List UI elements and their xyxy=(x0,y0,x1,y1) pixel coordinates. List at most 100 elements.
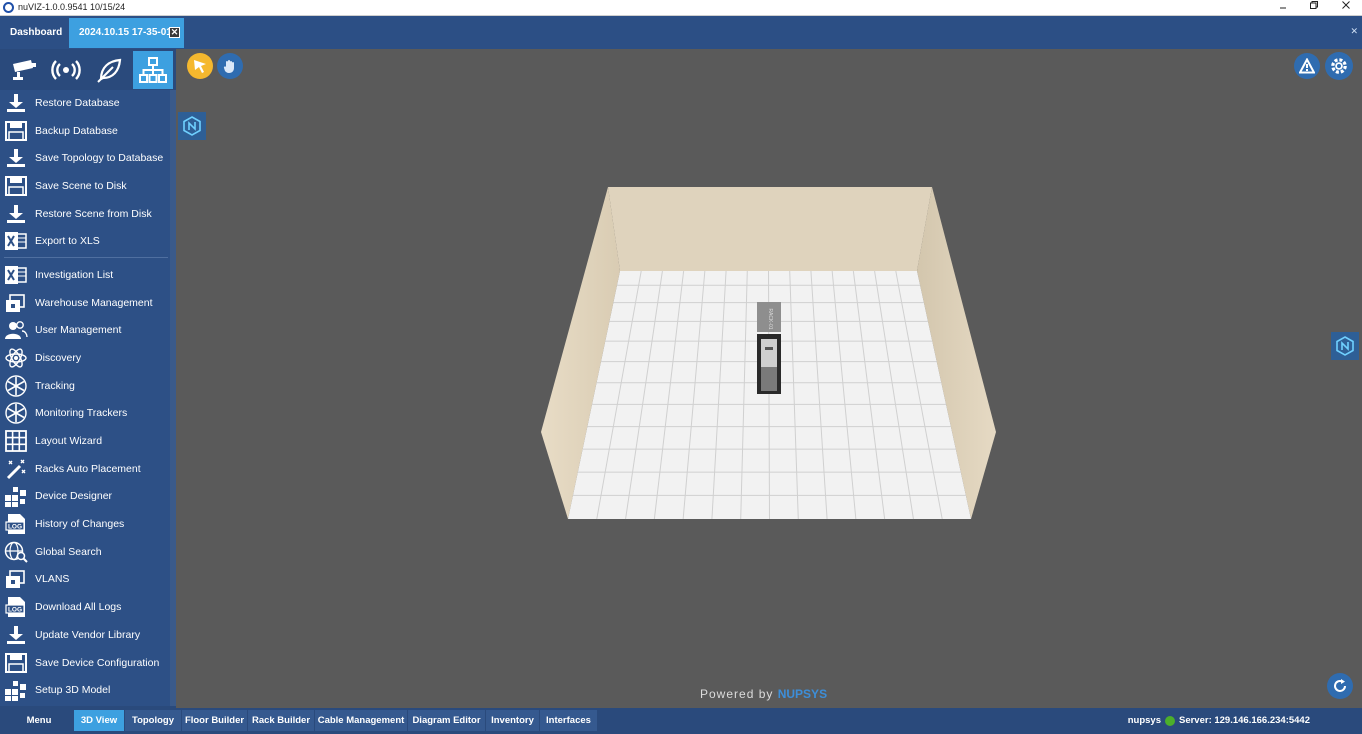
close-window-button[interactable] xyxy=(1331,0,1361,16)
restore-icon xyxy=(1310,1,1318,9)
download-icon xyxy=(2,202,30,226)
download-icon xyxy=(2,91,30,115)
menu-item-user-management[interactable]: User Management xyxy=(0,317,170,343)
powered-by-text: Powered by xyxy=(700,687,774,701)
menu-item-backup-database[interactable]: Backup Database xyxy=(0,118,170,144)
wireless-signal-icon xyxy=(51,60,81,80)
menu-item-label: Restore Database xyxy=(35,97,120,109)
title-bar: nuVIZ-1.0.0.9541 10/15/24 xyxy=(0,0,1362,16)
settings-button[interactable] xyxy=(1325,52,1353,80)
close-icon xyxy=(1342,1,1350,9)
connection-status-icon xyxy=(1164,715,1175,726)
bottom-tab-diagram-editor[interactable]: Diagram Editor xyxy=(408,710,485,731)
menu-item-label: VLANS xyxy=(35,573,70,585)
left-side-panel-toggle[interactable] xyxy=(178,112,206,140)
users-icon xyxy=(2,318,30,342)
menu-item-warehouse-management[interactable]: Warehouse Management xyxy=(0,290,170,316)
menu-item-label: User Management xyxy=(35,324,122,336)
tab-close-button[interactable]: ✕ xyxy=(169,27,180,38)
svg-text:LOG: LOG xyxy=(8,524,22,531)
excel-icon xyxy=(2,229,30,253)
menu-item-export-to-xls[interactable]: Export to XLS xyxy=(0,228,170,254)
powered-by: Powered by NUPSYS xyxy=(700,687,827,701)
restore-button[interactable] xyxy=(1299,0,1329,16)
menu-item-restore-scene-from-disk[interactable]: Restore Scene from Disk xyxy=(0,201,170,227)
pointer-filter-icon xyxy=(194,60,206,73)
menu-item-save-scene-to-disk[interactable]: Save Scene to Disk xyxy=(0,173,170,199)
bottom-tab-rack-builder[interactable]: Rack Builder xyxy=(248,710,314,731)
menu-item-racks-auto-placement[interactable]: Racks Auto Placement xyxy=(0,456,170,482)
menu-item-save-device-configuration[interactable]: Save Device Configuration xyxy=(0,650,170,676)
left-wall xyxy=(541,187,620,519)
snowflake-icon xyxy=(2,401,30,425)
menu-item-label: History of Changes xyxy=(35,518,125,530)
blocks-icon xyxy=(2,484,30,508)
menu-item-label: Device Designer xyxy=(35,490,113,502)
tab-dashboard[interactable]: Dashboard xyxy=(0,18,68,48)
menu-button[interactable]: Menu xyxy=(4,710,74,731)
menu-item-label: Restore Scene from Disk xyxy=(35,208,152,220)
gear-icon xyxy=(1331,58,1347,74)
menu-item-monitoring-trackers[interactable]: Monitoring Trackers xyxy=(0,400,170,426)
menu-item-label: Download All Logs xyxy=(35,601,122,613)
menu-item-tracking[interactable]: Tracking xyxy=(0,373,170,399)
3d-viewport[interactable]: RACK-01 Powered by NUPSYS xyxy=(176,49,1362,708)
select-tool-button[interactable] xyxy=(187,53,213,79)
menu-item-label: Backup Database xyxy=(35,125,118,137)
grid-icon xyxy=(2,429,30,453)
pan-tool-button[interactable] xyxy=(217,53,243,79)
snowflake-icon xyxy=(2,374,30,398)
refresh-icon xyxy=(1334,679,1346,692)
username: nupsys xyxy=(1127,715,1161,726)
menu-item-label: Discovery xyxy=(35,352,82,364)
bottom-tab-cable-management[interactable]: Cable Management xyxy=(315,710,407,731)
minimize-button[interactable] xyxy=(1268,0,1298,16)
bottom-tab-3d-view[interactable]: 3D View xyxy=(74,710,124,731)
svg-text:LOG: LOG xyxy=(8,607,22,614)
menu-item-save-topology-to-database[interactable]: Save Topology to Database xyxy=(0,145,170,171)
menu-item-restore-database[interactable]: Restore Database xyxy=(0,90,170,116)
bottom-tab-topology[interactable]: Topology xyxy=(125,710,181,731)
bottom-bar: Menu 3D View Topology Floor Builder Rack Bu… xyxy=(0,708,1362,734)
document-tab-bar: Dashboard 2024.10.15 17-35-01 ✕ ✕ xyxy=(0,16,1362,49)
menu-item-history-of-changes[interactable]: LOG History of Changes xyxy=(0,511,170,537)
reset-view-button[interactable] xyxy=(1327,673,1353,699)
save-icon xyxy=(2,174,30,198)
main-menu: Restore Database Backup Database Save Topo… xyxy=(0,90,170,706)
download-icon xyxy=(2,146,30,170)
minimize-icon xyxy=(1280,7,1286,9)
menu-item-label: Warehouse Management xyxy=(35,297,153,309)
menu-item-setup-3d-model[interactable]: Setup 3D Model xyxy=(0,677,170,703)
cctv-camera-icon xyxy=(13,60,36,80)
menu-item-label: Export to XLS xyxy=(35,235,100,247)
bottom-tab-interfaces[interactable]: Interfaces xyxy=(540,710,597,731)
menu-item-layout-wizard[interactable]: Layout Wizard xyxy=(0,428,170,454)
menu-item-discovery[interactable]: Discovery xyxy=(0,345,170,371)
bottom-tab-inventory[interactable]: Inventory xyxy=(486,710,539,731)
menu-item-download-all-logs[interactable]: LOG Download All Logs xyxy=(0,594,170,620)
rack-label: RACK-01 xyxy=(767,308,773,329)
warehouse-icon xyxy=(2,291,30,315)
menu-item-investigation-list[interactable]: Investigation List xyxy=(0,262,170,288)
atom-icon xyxy=(2,346,30,370)
menu-item-update-vendor-library[interactable]: Update Vendor Library xyxy=(0,622,170,648)
right-side-panel-toggle[interactable] xyxy=(1331,332,1359,360)
bottom-tab-floor-builder[interactable]: Floor Builder xyxy=(182,710,247,731)
wireless-mode-button[interactable] xyxy=(46,51,86,89)
room-scene: RACK-01 xyxy=(541,187,996,520)
menu-item-device-designer[interactable]: Device Designer xyxy=(0,483,170,509)
menu-item-label: Layout Wizard xyxy=(35,435,103,447)
download-icon xyxy=(2,623,30,647)
menu-item-vlans[interactable]: VLANS xyxy=(0,566,170,592)
eco-mode-button[interactable] xyxy=(89,51,129,89)
tab-scene[interactable]: 2024.10.15 17-35-01 ✕ xyxy=(69,18,184,48)
nupsys-logo-icon xyxy=(183,116,201,136)
window-title: nuVIZ-1.0.0.9541 10/15/24 xyxy=(18,2,126,12)
menu-item-global-search[interactable]: Global Search xyxy=(0,539,170,565)
warnings-button[interactable] xyxy=(1294,53,1320,79)
close-all-tabs-button[interactable]: ✕ xyxy=(1350,26,1358,37)
cctv-mode-button[interactable] xyxy=(4,51,44,89)
menu-item-label: Monitoring Trackers xyxy=(35,407,128,419)
topology-mode-button[interactable] xyxy=(133,51,173,89)
excel-icon xyxy=(2,263,30,287)
